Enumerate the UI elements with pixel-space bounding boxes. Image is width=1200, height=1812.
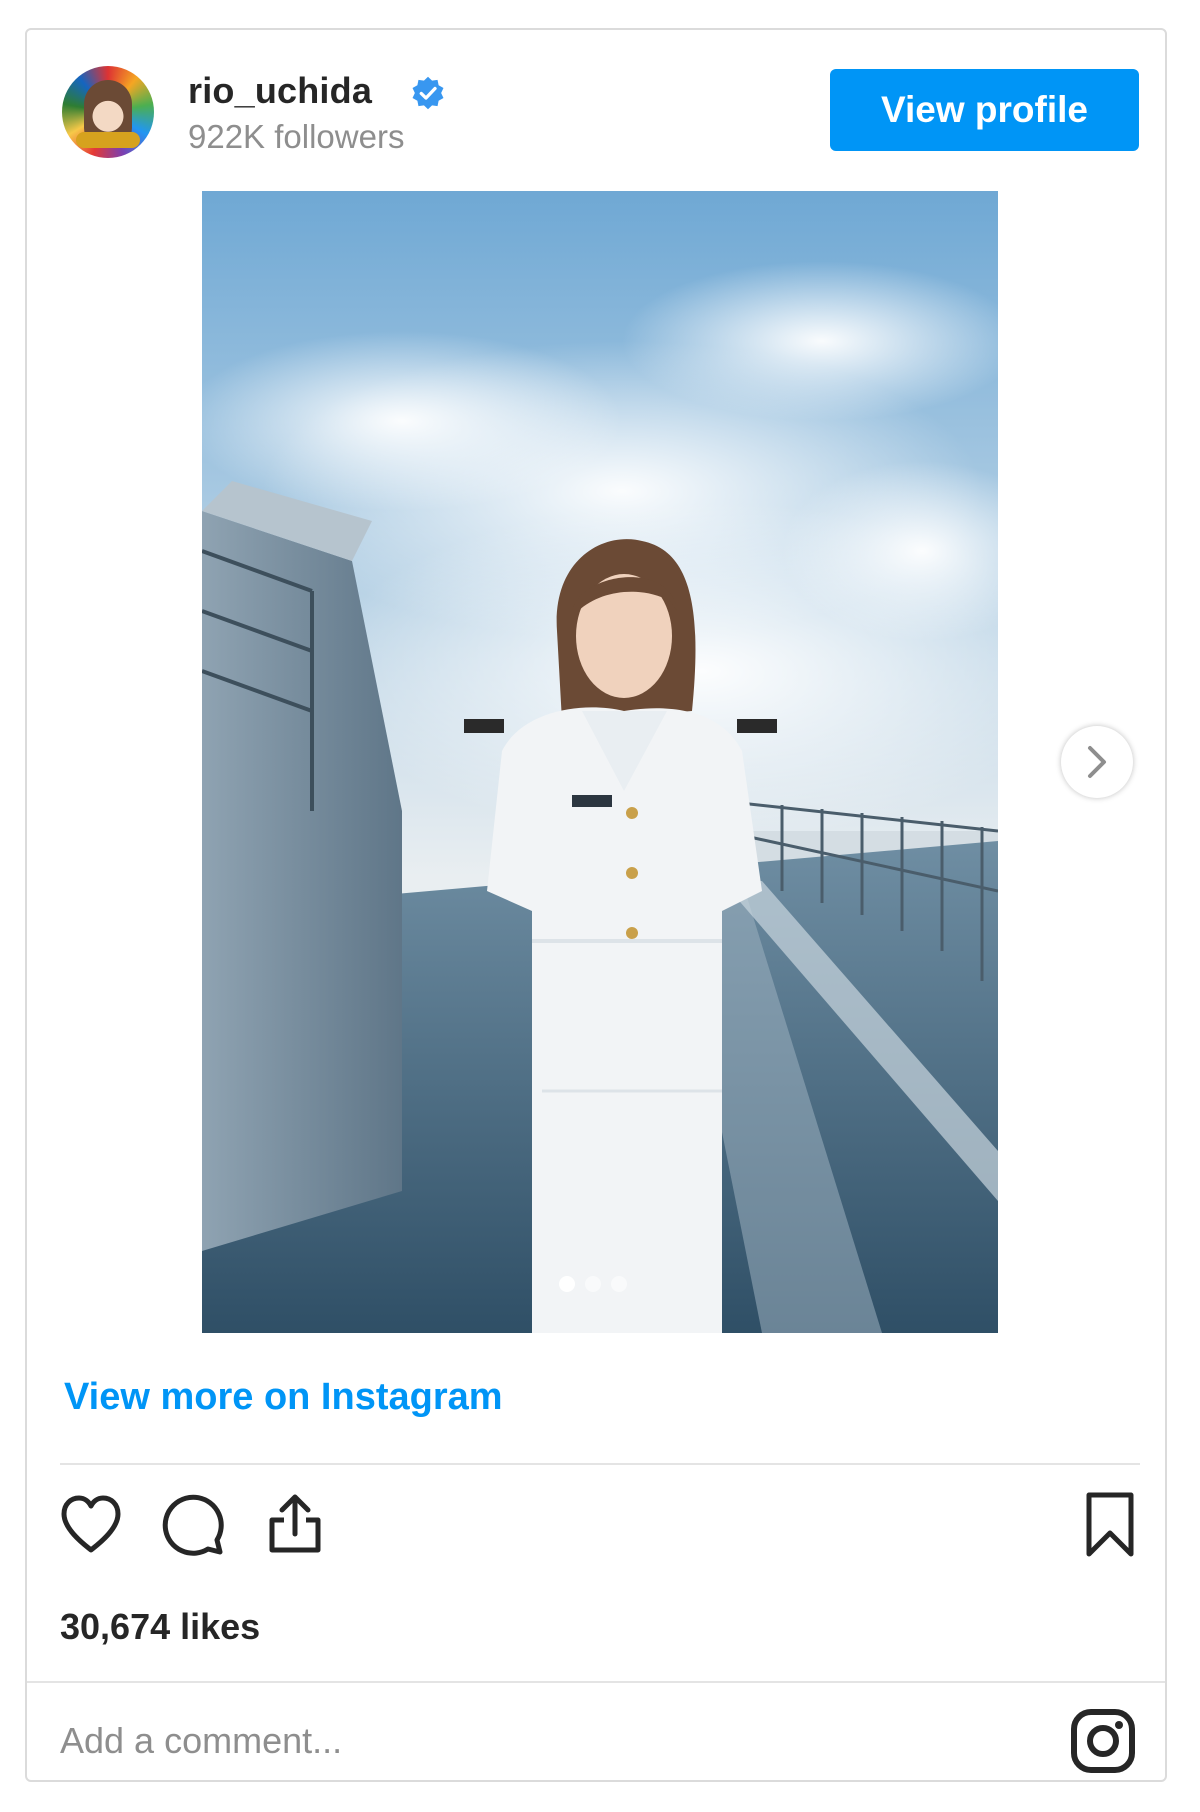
avatar-badge	[76, 132, 140, 148]
carousel-indicators	[559, 1276, 627, 1292]
view-more-link[interactable]: View more on Instagram	[64, 1376, 503, 1419]
comment-icon[interactable]	[158, 1490, 228, 1560]
follower-count: 922K followers	[188, 118, 405, 155]
chevron-right-icon	[1088, 746, 1106, 778]
comment-input[interactable]	[60, 1713, 940, 1769]
bookmark-icon[interactable]	[1075, 1490, 1145, 1560]
divider	[27, 1681, 1165, 1683]
share-icon[interactable]	[260, 1490, 330, 1560]
like-count: 30,674 likes	[60, 1606, 261, 1647]
heart-icon[interactable]	[56, 1490, 126, 1560]
carousel-dot	[611, 1276, 627, 1292]
carousel-next-button[interactable]	[1061, 726, 1133, 798]
post-photo[interactable]	[202, 191, 998, 1333]
view-profile-button[interactable]: View profile	[830, 69, 1139, 151]
carousel-dot	[585, 1276, 601, 1292]
avatar[interactable]	[62, 66, 154, 158]
username[interactable]: rio_uchida	[188, 70, 372, 112]
divider	[60, 1463, 1140, 1465]
instagram-logo-icon[interactable]	[1069, 1707, 1137, 1775]
carousel-dot-active	[559, 1276, 575, 1292]
instagram-embed-card: rio_uchida 922K followers View profile V…	[25, 28, 1167, 1782]
photo-illustration	[202, 191, 998, 1333]
verified-badge-icon	[412, 76, 444, 110]
